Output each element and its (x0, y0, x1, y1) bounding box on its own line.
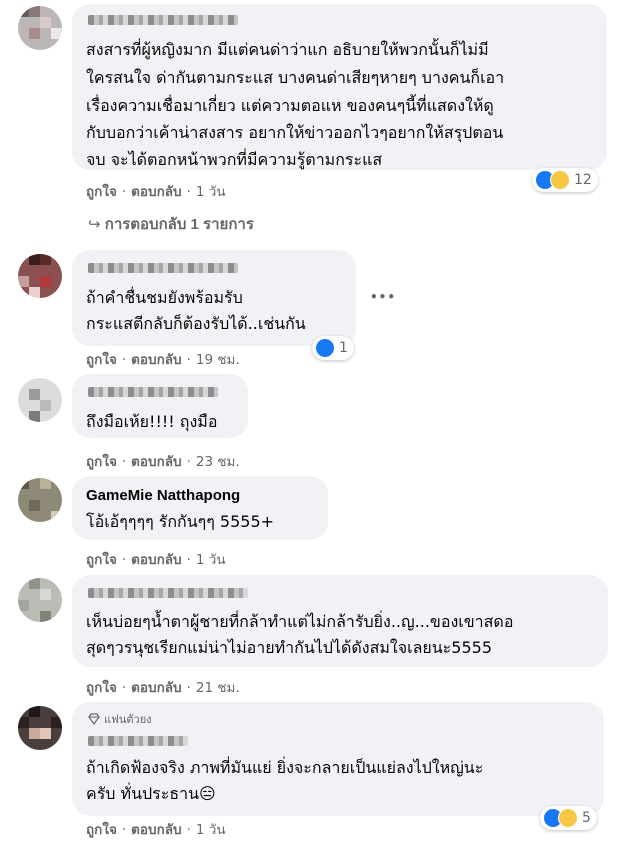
comment-text-line: ครับ ทั่นประธาน😑 (86, 784, 216, 803)
diamond-icon (88, 713, 100, 725)
comment-text-line: ถึงมือเห้ย!!!! ถุงมือ (86, 412, 218, 431)
comment-actions: ถูกใจ · ตอบกลับ · 1 วัน (86, 552, 226, 568)
reaction-count: 12 (574, 172, 592, 188)
reaction-summary[interactable]: 12 (532, 168, 598, 192)
comment-timestamp[interactable]: 23 ชม. (196, 454, 240, 470)
reply-button[interactable]: ตอบกลับ (131, 822, 181, 838)
more-options-icon[interactable]: ••• (370, 290, 396, 304)
comment-author[interactable]: GameMie Natthapong (86, 487, 240, 504)
blurred-author-name[interactable] (88, 387, 218, 397)
comment-timestamp[interactable]: 1 วัน (196, 822, 226, 838)
like-button[interactable]: ถูกใจ (86, 184, 117, 200)
reaction-summary[interactable]: 5 (540, 806, 597, 830)
like-reaction-icon (315, 338, 335, 358)
reply-button[interactable]: ตอบกลับ (131, 680, 181, 696)
reply-button[interactable]: ตอบกลับ (131, 184, 181, 200)
reply-button[interactable]: ตอบกลับ (131, 454, 181, 470)
comment-actions: ถูกใจ · ตอบกลับ · 1 วัน (86, 822, 226, 838)
reply-arrow-icon: ↪ (88, 216, 101, 233)
comment-text-line: ถ้าเกิดฟ้องจริง ภาพที่มันแย่ ยิ่งจะกลายเ… (86, 758, 484, 777)
blurred-author-name[interactable] (88, 15, 238, 25)
comment-timestamp[interactable]: 1 วัน (196, 184, 226, 200)
blurred-author-name[interactable] (88, 263, 238, 273)
comment-actions: ถูกใจ · ตอบกลับ · 19 ชม. (86, 352, 240, 368)
like-button[interactable]: ถูกใจ (86, 822, 117, 838)
avatar[interactable] (18, 254, 62, 298)
reaction-summary[interactable]: 1 (312, 336, 354, 360)
comment-timestamp[interactable]: 21 ชม. (196, 680, 240, 696)
top-fan-badge: แฟนตัวยง (88, 710, 152, 728)
comment-text-line: จบ จะได้ตอกหน้าพวกที่มีความรู้ตามกระแส (86, 150, 383, 169)
comment-text-line: ใครสนใจ ด่ากันตามกระแส บางคนด่าเสียๆหายๆ… (86, 68, 505, 87)
like-button[interactable]: ถูกใจ (86, 454, 117, 470)
view-replies-label: การตอบกลับ 1 รายการ (104, 216, 254, 233)
reaction-count: 5 (582, 810, 591, 826)
view-replies-link[interactable]: ↪ การตอบกลับ 1 รายการ (88, 212, 254, 236)
like-button[interactable]: ถูกใจ (86, 680, 117, 696)
comment-text-line: สงสารที่ผู้หญิงมาก มีแต่คนด่าว่าแก อธิบา… (86, 40, 489, 59)
fan-badge-label: แฟนตัวยง (104, 713, 152, 726)
avatar[interactable] (18, 6, 62, 50)
like-button[interactable]: ถูกใจ (86, 352, 117, 368)
blurred-author-name[interactable] (88, 588, 248, 598)
comment-text-line: สุดๆวรนุชเรียกแม่น่าไม่อายทำกันไปได้ดังส… (86, 638, 492, 657)
comment-text-line: เห็นบ่อยๆน้ำตาผู้ชายที่กล้าทำแต่ไม่กล้าร… (86, 612, 514, 631)
haha-reaction-icon (558, 808, 578, 828)
avatar[interactable] (18, 478, 62, 522)
haha-reaction-icon (550, 170, 570, 190)
avatar[interactable] (18, 706, 62, 750)
avatar[interactable] (18, 578, 62, 622)
comment-text-line: กระแสตีกลับก็ต้องรับได้..เช่นกัน (86, 314, 306, 333)
avatar[interactable] (18, 378, 62, 422)
blurred-author-name[interactable] (88, 736, 188, 746)
reaction-count: 1 (339, 340, 348, 356)
reply-button[interactable]: ตอบกลับ (131, 552, 181, 568)
like-button[interactable]: ถูกใจ (86, 552, 117, 568)
comment-text-line: โอ้เอ้ๆๆๆๆ รักกันๆๆ 5555+ (86, 512, 275, 531)
comment-text-line: ถ้าคำชื่นชมยังพร้อมรับ (86, 288, 243, 307)
comment-text-line: เรื่องความเชื่อมาเกี่ยว แต่ความตอแห ของค… (86, 96, 494, 115)
comment-actions: ถูกใจ · ตอบกลับ · 21 ชม. (86, 680, 240, 696)
comment-timestamp[interactable]: 19 ชม. (196, 352, 240, 368)
comment-actions: ถูกใจ · ตอบกลับ · 23 ชม. (86, 454, 240, 470)
comment-timestamp[interactable]: 1 วัน (196, 552, 226, 568)
reply-button[interactable]: ตอบกลับ (131, 352, 181, 368)
comment-actions: ถูกใจ · ตอบกลับ · 1 วัน (86, 184, 226, 200)
comment-text-line: กับบอกว่าเค้าน่าสงสาร อยากให้ข่าวออกไวๆอ… (86, 123, 504, 142)
